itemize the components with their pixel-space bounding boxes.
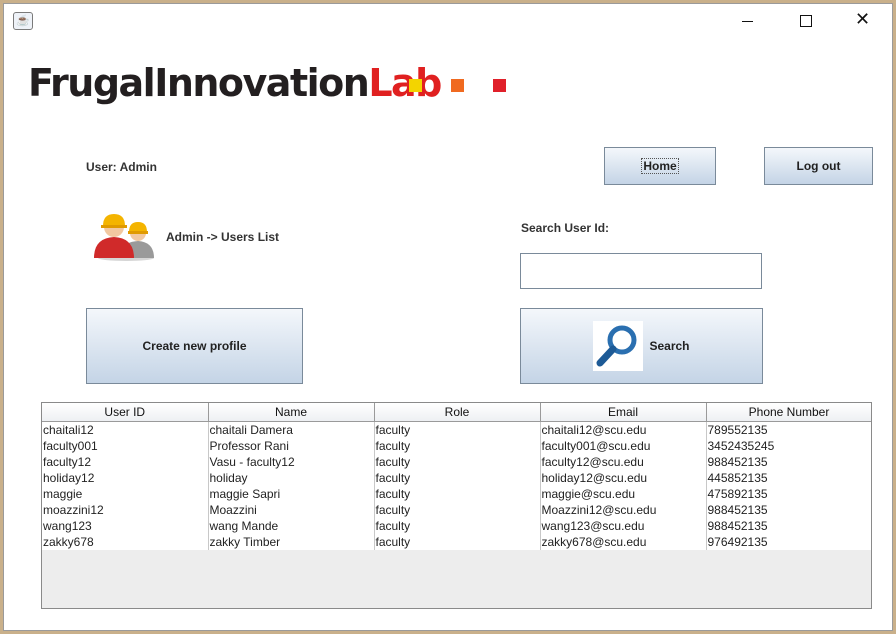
close-button[interactable]: ✕	[834, 4, 892, 38]
home-button-label: Home	[641, 158, 679, 174]
cell-role: faculty	[374, 518, 541, 534]
column-header-name[interactable]: Name	[208, 403, 375, 422]
magnifier-icon	[593, 321, 644, 371]
table-row[interactable]: wang123 wang Mande faculty wang123@scu.e…	[42, 518, 871, 534]
logout-button-label: Log out	[796, 159, 841, 173]
cell-user-id: faculty001	[42, 438, 209, 454]
frugal-innovation-lab-logo: FrugalInnovationLab	[28, 60, 442, 106]
close-icon: ✕	[855, 9, 871, 29]
table-row[interactable]: faculty001 Professor Rani faculty facult…	[42, 438, 871, 454]
cell-name: Vasu - faculty12	[208, 454, 375, 470]
user-label: User: Admin	[86, 160, 157, 174]
cell-user-id: faculty12	[42, 454, 209, 470]
cell-email: faculty001@scu.edu	[540, 438, 707, 454]
cell-role: faculty	[374, 438, 541, 454]
cell-email: zakky678@scu.edu	[540, 534, 707, 550]
cell-email: chaitali12@scu.edu	[540, 421, 707, 438]
cell-phone: 976492135	[706, 534, 871, 550]
cell-user-id: chaitali12	[42, 421, 209, 438]
cell-phone: 3452435245	[706, 438, 871, 454]
cell-email: wang123@scu.edu	[540, 518, 707, 534]
logo-yellow-square	[409, 79, 422, 92]
cell-role: faculty	[374, 486, 541, 502]
cell-email: Moazzini12@scu.edu	[540, 502, 707, 518]
search-button[interactable]: Search	[520, 308, 763, 384]
cell-name: Professor Rani	[208, 438, 375, 454]
search-button-label: Search	[649, 339, 690, 353]
cell-user-id: maggie	[42, 486, 209, 502]
cell-role: faculty	[374, 534, 541, 550]
table-row[interactable]: maggie maggie Sapri faculty maggie@scu.e…	[42, 486, 871, 502]
cell-name: holiday	[208, 470, 375, 486]
minimize-icon	[742, 21, 753, 22]
table-header-row: User ID Name Role Email Phone Number	[42, 403, 871, 422]
logout-button[interactable]: Log out	[764, 147, 873, 185]
cell-phone: 789552135	[706, 421, 871, 438]
logo-text: FrugalInnovationLab	[28, 61, 442, 105]
cell-email: holiday12@scu.edu	[540, 470, 707, 486]
cell-user-id: wang123	[42, 518, 209, 534]
table-row[interactable]: holiday12 holiday faculty holiday12@scu.…	[42, 470, 871, 486]
cell-user-id: zakky678	[42, 534, 209, 550]
table-row[interactable]: faculty12 Vasu - faculty12 faculty facul…	[42, 454, 871, 470]
title-bar: ☕ ✕	[4, 4, 892, 38]
minimize-button[interactable]	[718, 4, 776, 38]
table-row[interactable]: moazzini12 Moazzini faculty Moazzini12@s…	[42, 502, 871, 518]
column-header-role[interactable]: Role	[374, 403, 541, 422]
home-button[interactable]: Home	[604, 147, 716, 185]
cell-phone: 988452135	[706, 518, 871, 534]
cell-phone: 475892135	[706, 486, 871, 502]
column-header-user-id[interactable]: User ID	[42, 403, 209, 422]
cell-name: zakky Timber	[208, 534, 375, 550]
create-new-profile-button[interactable]: Create new profile	[86, 308, 303, 384]
maximize-icon	[800, 15, 812, 27]
cell-phone: 445852135	[706, 470, 871, 486]
cell-email: faculty12@scu.edu	[540, 454, 707, 470]
cell-name: Moazzini	[208, 502, 375, 518]
cell-email: maggie@scu.edu	[540, 486, 707, 502]
cell-user-id: holiday12	[42, 470, 209, 486]
breadcrumb: Admin -> Users List	[166, 230, 280, 244]
users-icon	[94, 214, 154, 261]
cell-phone: 988452135	[706, 454, 871, 470]
search-label: Search User Id:	[521, 221, 610, 235]
table-row[interactable]: chaitali12 chaitali Damera faculty chait…	[42, 421, 871, 438]
table-row[interactable]: zakky678 zakky Timber faculty zakky678@s…	[42, 534, 871, 550]
logo-orange-square	[451, 79, 464, 92]
cell-name: wang Mande	[208, 518, 375, 534]
search-user-id-input[interactable]	[520, 253, 762, 289]
maximize-button[interactable]	[776, 4, 834, 38]
cell-phone: 988452135	[706, 502, 871, 518]
cell-user-id: moazzini12	[42, 502, 209, 518]
cell-role: faculty	[374, 421, 541, 438]
java-app-icon[interactable]: ☕	[13, 12, 33, 30]
logo-red-square	[493, 79, 506, 92]
cell-role: faculty	[374, 454, 541, 470]
users-table: User ID Name Role Email Phone Number cha…	[41, 402, 872, 609]
app-window: ☕ ✕ FrugalInnovationLab User: Admin Home…	[3, 3, 893, 631]
cell-name: maggie Sapri	[208, 486, 375, 502]
column-header-phone[interactable]: Phone Number	[706, 403, 871, 422]
column-header-email[interactable]: Email	[540, 403, 707, 422]
cell-role: faculty	[374, 470, 541, 486]
cell-name: chaitali Damera	[208, 421, 375, 438]
cell-role: faculty	[374, 502, 541, 518]
create-button-label: Create new profile	[142, 339, 247, 353]
